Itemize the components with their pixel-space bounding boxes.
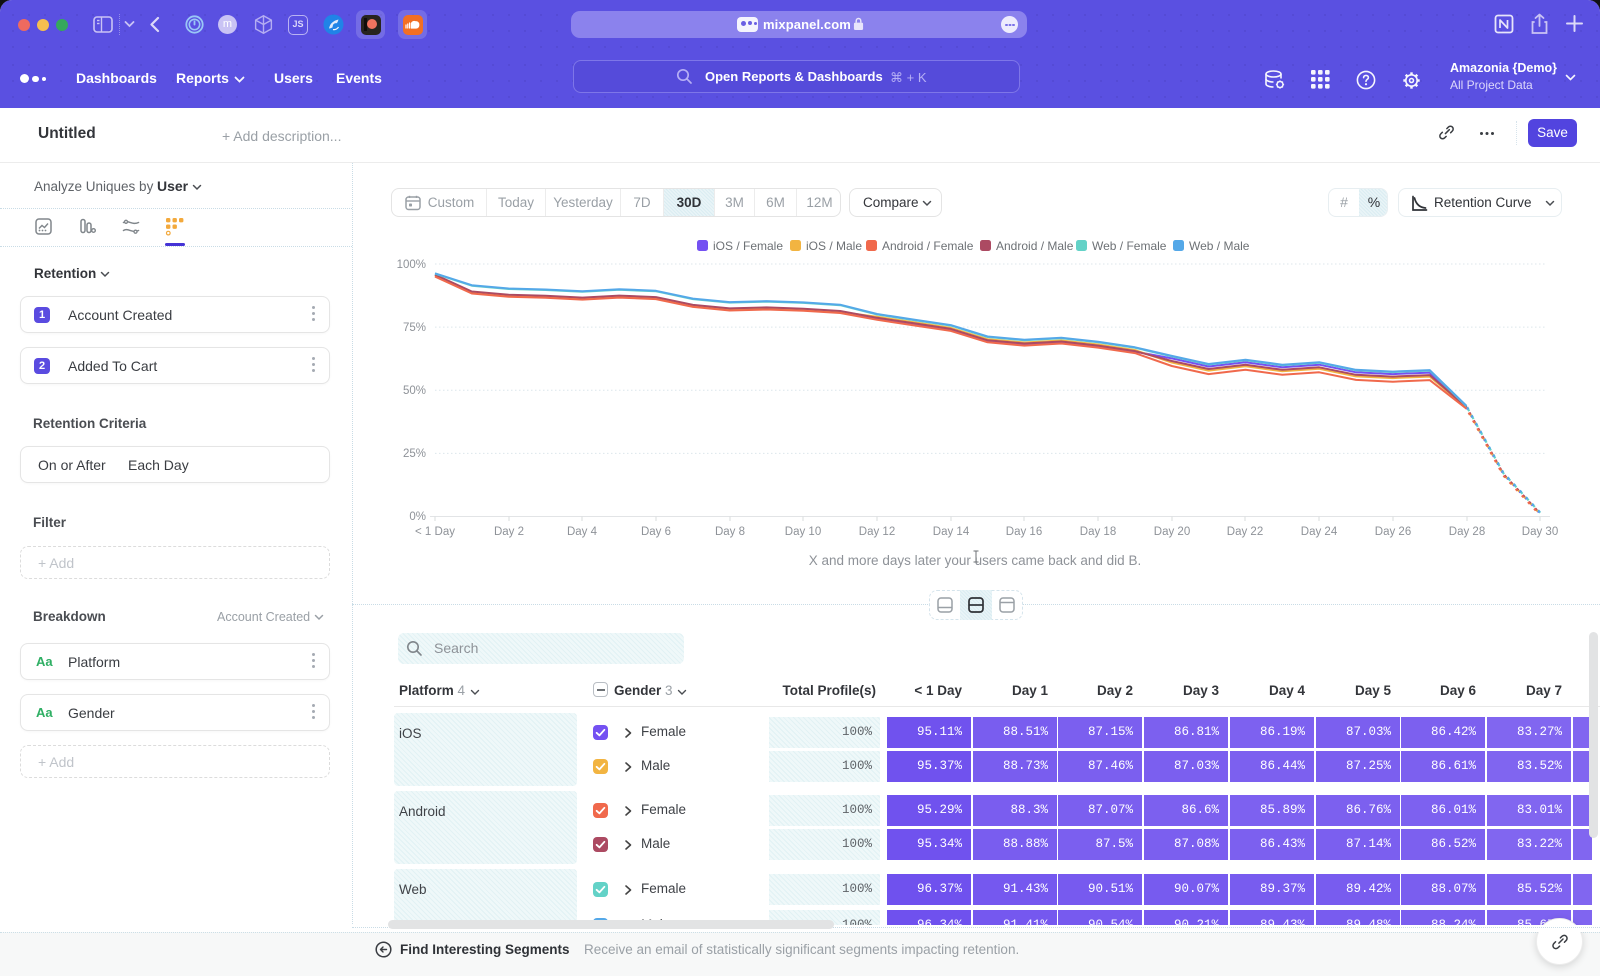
svg-text:Day 22: Day 22: [1227, 526, 1263, 538]
svg-text:100%: 100%: [397, 259, 426, 271]
svg-text:Day 26: Day 26: [1375, 526, 1411, 538]
svg-text:Day 20: Day 20: [1154, 526, 1190, 538]
svg-text:iOS / Female: iOS / Female: [713, 239, 783, 253]
svg-text:50%: 50%: [403, 385, 426, 397]
svg-text:iOS / Male: iOS / Male: [806, 239, 862, 253]
svg-text:Day 18: Day 18: [1080, 526, 1116, 538]
svg-text:Day 24: Day 24: [1301, 526, 1338, 538]
svg-text:Day 12: Day 12: [859, 526, 895, 538]
svg-text:Web / Male: Web / Male: [1189, 239, 1250, 253]
svg-text:Android / Female: Android / Female: [882, 239, 974, 253]
svg-text:Day 2: Day 2: [494, 526, 524, 538]
svg-text:Day 10: Day 10: [785, 526, 821, 538]
svg-text:Day 28: Day 28: [1449, 526, 1485, 538]
svg-text:Day 4: Day 4: [567, 526, 598, 538]
svg-text:0%: 0%: [409, 511, 426, 523]
svg-text:< 1 Day: < 1 Day: [415, 526, 455, 538]
svg-text:Day 30: Day 30: [1522, 526, 1558, 538]
svg-text:Android / Male: Android / Male: [996, 239, 1074, 253]
svg-text:75%: 75%: [403, 322, 426, 334]
svg-text:Day 16: Day 16: [1006, 526, 1042, 538]
svg-text:Day 14: Day 14: [933, 526, 970, 538]
svg-text:25%: 25%: [403, 448, 426, 460]
svg-text:Day 6: Day 6: [641, 526, 671, 538]
svg-text:Day 8: Day 8: [715, 526, 745, 538]
svg-text:Web / Female: Web / Female: [1092, 239, 1167, 253]
